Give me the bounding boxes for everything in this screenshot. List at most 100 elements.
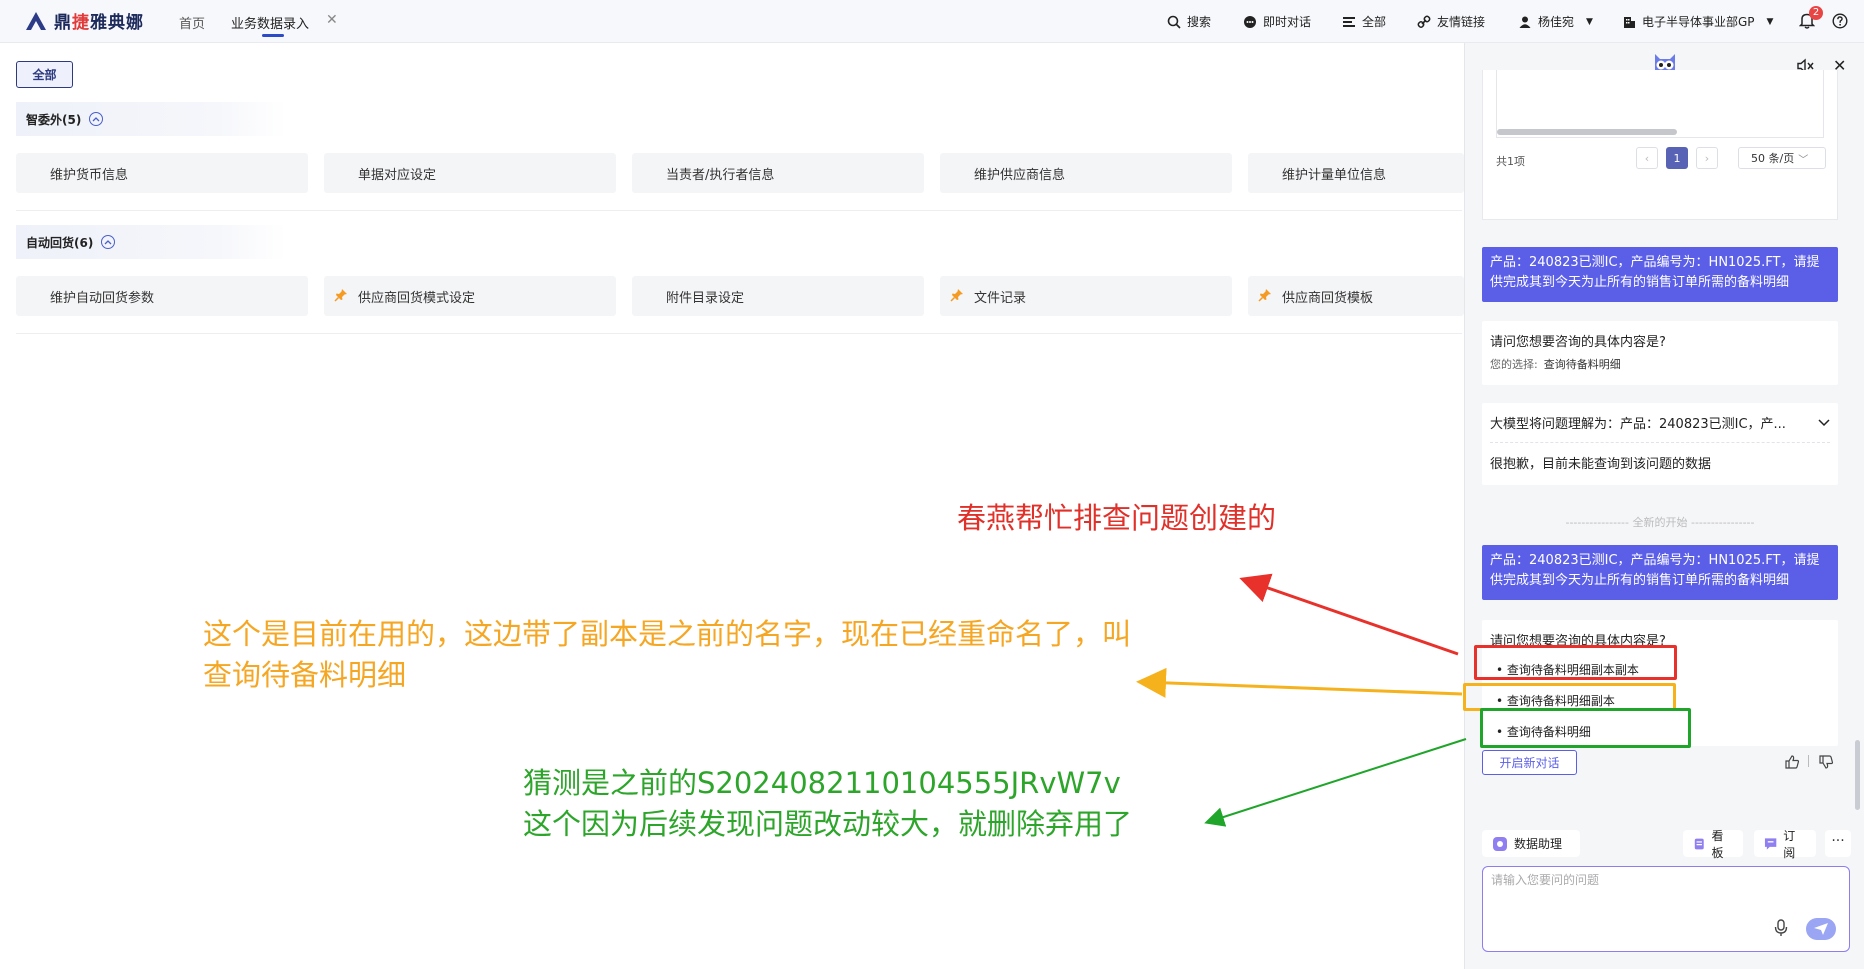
new-chat-button[interactable]: 开启新对话	[1482, 750, 1577, 775]
new-start-divider: ---------------- 全新的开始 ----------------	[1565, 516, 1755, 529]
bot-message: 大模型将问题理解为：产品：240823已测IC，产... 很抱歉，目前未能查询到…	[1482, 403, 1838, 485]
annotation-green-line2: 这个因为后续发现问题改动较大，就删除弃用了	[523, 806, 1133, 841]
card-label: 单据对应设定	[358, 167, 437, 183]
card-label: 维护货币信息	[50, 167, 129, 183]
subscribe-button[interactable]: 订阅	[1754, 829, 1816, 860]
page-size-value: 50 条/页	[1751, 152, 1795, 165]
card-label: 供应商回货模式设定	[358, 290, 476, 306]
thumbs-up-icon[interactable]	[1784, 754, 1800, 770]
card-label: 文件记录	[974, 290, 1027, 306]
thumbs-down-icon[interactable]	[1818, 754, 1834, 770]
instant-chat-button[interactable]: 即时对话	[1243, 13, 1311, 30]
annotation-box-red	[1474, 645, 1677, 680]
bot-question: 请问您想要咨询的具体内容是?	[1490, 335, 1666, 350]
page-size-select[interactable]: 50 条/页 ﹀	[1738, 147, 1826, 169]
card-label: 附件目录设定	[666, 290, 745, 306]
board-label: 看板	[1711, 828, 1724, 860]
building-icon	[1624, 16, 1635, 28]
group-divider	[16, 210, 1462, 211]
tab-business-data-entry[interactable]: 业务数据录入	[231, 13, 309, 32]
menu-card[interactable]: 文件记录	[940, 276, 1232, 316]
user-name: 杨佳宛	[1538, 15, 1575, 29]
card-label: 维护供应商信息	[974, 167, 1066, 183]
links-label: 友情链接	[1437, 15, 1486, 29]
card-label: 维护计量单位信息	[1282, 167, 1387, 183]
annotation-yellow: 这个是目前在用的，这边带了副本是之前的名字，现在已经重命名了，叫 查询待备料明细	[203, 614, 1243, 695]
panel-scrollbar[interactable]	[1855, 740, 1860, 810]
all-menu-label: 全部	[1362, 15, 1387, 29]
board-icon	[1694, 838, 1704, 849]
notification-badge: 2	[1809, 6, 1823, 20]
group-header-auto-return[interactable]: 自动回货(6)	[16, 225, 286, 259]
send-icon	[1814, 923, 1828, 935]
annotation-yellow-line1: 这个是目前在用的，这边带了副本是之前的名字，现在已经重命名了，叫	[203, 617, 1132, 651]
user-message: 产品：240823已测IC，产品编号为：HN1025.FT，请提供完成其到今天为…	[1482, 247, 1838, 302]
pin-icon[interactable]	[1258, 288, 1272, 302]
app-logo[interactable]: 鼎捷雅典娜	[24, 8, 144, 33]
more-icon[interactable]: ···	[1825, 830, 1851, 857]
group-title: 自动回货(6)	[26, 235, 94, 250]
understanding-text: 大模型将问题理解为：产品：240823已测IC，产...	[1490, 417, 1786, 432]
pagination-next-button[interactable]: ›	[1696, 147, 1718, 169]
menu-icon	[1343, 16, 1355, 27]
menu-card[interactable]: 维护计量单位信息	[1248, 153, 1464, 193]
menu-card[interactable]: 维护货币信息	[16, 153, 308, 193]
board-button[interactable]: 看板	[1683, 829, 1743, 860]
user-dropdown-icon: ▼	[1586, 16, 1593, 27]
nav-home[interactable]: 首页	[179, 13, 205, 32]
pin-icon[interactable]	[950, 288, 964, 302]
tab-close-icon[interactable]: ✕	[326, 12, 338, 28]
menu-card[interactable]: 当责者/执行者信息	[632, 153, 924, 193]
card-label: 当责者/执行者信息	[666, 167, 775, 183]
chat-label: 即时对话	[1263, 15, 1312, 29]
understanding-row[interactable]: 大模型将问题理解为：产品：240823已测IC，产...	[1490, 413, 1830, 443]
search-icon	[1167, 15, 1181, 29]
bot-message: 请问您想要咨询的具体内容是? 您的选择: 查询待备料明细	[1482, 321, 1838, 385]
menu-card[interactable]: 单据对应设定	[324, 153, 616, 193]
search-label: 搜索	[1187, 15, 1212, 29]
annotation-box-green	[1480, 708, 1691, 748]
pagination-page-1[interactable]: 1	[1666, 147, 1688, 169]
menu-card[interactable]: 附件目录设定	[632, 276, 924, 316]
search-button[interactable]: 搜索	[1167, 13, 1211, 30]
microphone-icon[interactable]	[1774, 919, 1788, 937]
annotation-red: 春燕帮忙排查问题创建的	[957, 501, 1277, 535]
subscribe-label: 订阅	[1783, 828, 1796, 860]
choice-label: 您的选择:	[1490, 358, 1538, 371]
subscribe-icon	[1764, 837, 1777, 850]
menu-card[interactable]: 供应商回货模板	[1248, 276, 1464, 316]
group-divider	[16, 333, 1462, 334]
chat-input[interactable]	[1491, 873, 1791, 887]
data-assistant-button[interactable]: 数据助理	[1482, 830, 1580, 857]
link-icon	[1417, 15, 1431, 28]
pagination-prev-button[interactable]: ‹	[1636, 147, 1658, 169]
friendly-links-button[interactable]: 友情链接	[1417, 13, 1485, 30]
all-menu-button[interactable]: 全部	[1342, 13, 1386, 30]
annotation-yellow-line2: 查询待备料明细	[203, 657, 407, 692]
bot-sorry-text: 很抱歉，目前未能查询到该问题的数据	[1490, 457, 1712, 472]
table-horizontal-scrollbar[interactable]	[1497, 129, 1677, 135]
chevron-up-icon[interactable]	[89, 112, 104, 126]
chevron-down-icon[interactable]	[1818, 418, 1830, 427]
all-filter-button[interactable]: 全部	[16, 61, 73, 88]
send-button[interactable]	[1806, 918, 1836, 940]
menu-card[interactable]: 维护供应商信息	[940, 153, 1232, 193]
group-header-zhiweiwai[interactable]: 智委外(5)	[16, 102, 286, 136]
data-assistant-label: 数据助理	[1514, 837, 1563, 851]
menu-card[interactable]: 供应商回货模式设定	[324, 276, 616, 316]
chevron-up-icon[interactable]	[101, 235, 116, 249]
pin-icon[interactable]	[334, 288, 348, 302]
chat-icon	[1244, 15, 1256, 28]
org-selector[interactable]: 电子半导体事业部GP ▼	[1622, 13, 1773, 30]
chat-input-box[interactable]	[1482, 866, 1850, 952]
user-menu[interactable]: 杨佳宛 ▼	[1518, 13, 1593, 30]
annotation-green-line1: 猜测是之前的S2024082110104555JRvW7v	[523, 766, 1121, 800]
assistant-icon	[1493, 836, 1507, 851]
logo-text: 鼎捷雅典娜	[54, 13, 144, 33]
bot-choice: 您的选择: 查询待备料明细	[1490, 356, 1830, 372]
menu-card[interactable]: 维护自动回货参数	[16, 276, 308, 316]
card-label: 维护自动回货参数	[50, 290, 155, 306]
chevron-down-icon: ﹀	[1798, 154, 1809, 166]
help-icon[interactable]	[1832, 13, 1848, 29]
group-title: 智委外(5)	[26, 112, 82, 127]
